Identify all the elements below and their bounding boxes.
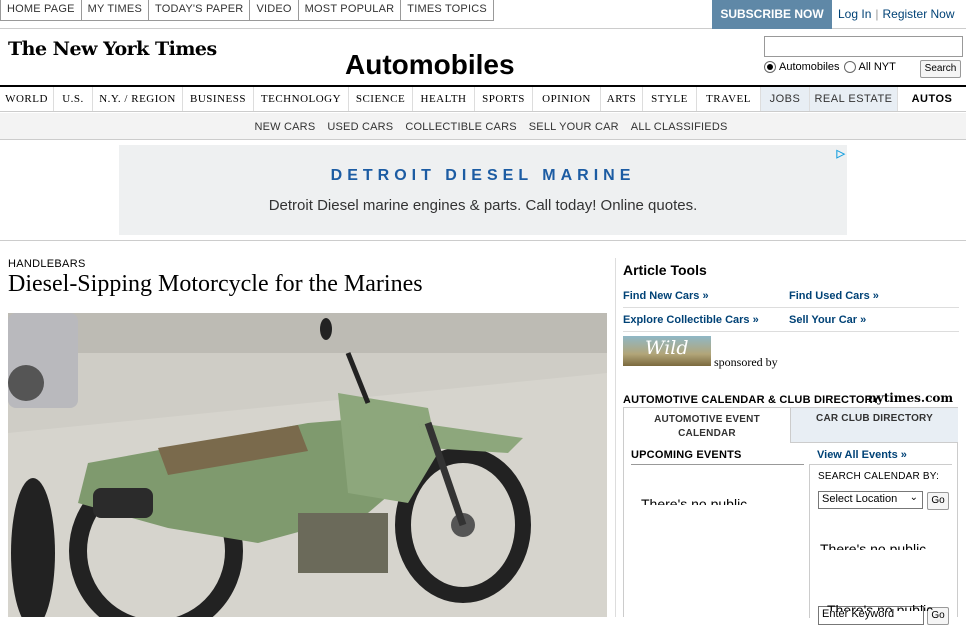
subnav-new-cars[interactable]: NEW CARS	[254, 113, 315, 139]
no-events-message: There's no public	[827, 602, 934, 611]
upcoming-events-heading: UPCOMING EVENTS	[631, 449, 742, 461]
radio-automobiles[interactable]	[764, 61, 776, 73]
view-all-events-link[interactable]: View All Events »	[817, 449, 907, 461]
top-bar: HOME PAGE MY TIMES TODAY'S PAPER VIDEO M…	[0, 0, 966, 29]
calendar-title: AUTOMOTIVE CALENDAR & CLUB DIRECTORY	[623, 394, 880, 406]
sell-your-car-link[interactable]: Sell Your Car »	[789, 314, 955, 326]
top-link-video[interactable]: VIDEO	[250, 0, 299, 20]
nav-real-estate[interactable]: REAL ESTATE	[810, 87, 898, 111]
log-in-link[interactable]: Log In	[838, 7, 871, 21]
page-title: Automobiles	[345, 49, 515, 80]
search-calendar-panel: SEARCH CALENDAR BY: Select Location ⌄ Go…	[809, 464, 952, 625]
login-links: Log In | Register Now	[838, 7, 955, 21]
nav-arts[interactable]: ARTS	[601, 87, 643, 111]
divider	[631, 464, 804, 465]
sub-nav: NEW CARS USED CARS COLLECTIBLE CARS SELL…	[0, 113, 966, 140]
column-divider	[615, 258, 616, 617]
article-tools-title: Article Tools	[623, 262, 707, 278]
article-tools-links: Find New Cars » Find Used Cars » Explore…	[623, 284, 959, 332]
sponsor-logo-text: Wild	[645, 337, 689, 359]
top-link-my-times[interactable]: MY TIMES	[82, 0, 149, 20]
nav-us[interactable]: U.S.	[54, 87, 93, 111]
tool-row: Find New Cars » Find Used Cars »	[623, 284, 959, 308]
go-button-location[interactable]: Go	[927, 492, 949, 510]
location-select-value: Select Location	[822, 493, 898, 505]
radio-all-nyt[interactable]	[843, 61, 856, 73]
sponsor-logo[interactable]: Wild	[623, 336, 711, 366]
search-calendar-label: SEARCH CALENDAR BY:	[818, 471, 940, 482]
no-events-message: There's no public	[820, 541, 927, 550]
sponsored-by-label: sponsored by	[714, 355, 778, 369]
nav-technology[interactable]: TECHNOLOGY	[254, 87, 349, 111]
top-link-times-topics[interactable]: TIMES TOPICS	[401, 0, 493, 20]
chevron-down-icon: ⌄	[909, 492, 918, 503]
subnav-sell-your-car[interactable]: SELL YOUR CAR	[529, 113, 619, 139]
top-links: HOME PAGE MY TIMES TODAY'S PAPER VIDEO M…	[0, 0, 494, 21]
motorcycle-image	[8, 313, 607, 617]
subnav-collectible-cars[interactable]: COLLECTIBLE CARS	[405, 113, 516, 139]
ad-banner[interactable]: DETROIT DIESEL MARINE Detroit Diesel mar…	[119, 145, 847, 235]
tab-club-directory[interactable]: CAR CLUB DIRECTORY	[790, 408, 958, 443]
nav-opinion[interactable]: OPINION	[533, 87, 601, 111]
subnav-all-classifieds[interactable]: ALL CLASSIFIEDS	[631, 113, 728, 139]
no-events-message: There's no public	[641, 496, 748, 505]
location-select[interactable]: Select Location ⌄	[818, 491, 923, 509]
article-photo	[8, 313, 607, 617]
divider	[0, 240, 966, 241]
register-link[interactable]: Register Now	[883, 7, 955, 21]
nav-jobs[interactable]: JOBS	[761, 87, 810, 111]
nav-business[interactable]: BUSINESS	[183, 87, 254, 111]
nav-style[interactable]: STYLE	[643, 87, 697, 111]
subnav-used-cars[interactable]: USED CARS	[327, 113, 393, 139]
nav-world[interactable]: WORLD	[0, 87, 54, 111]
find-new-cars-link[interactable]: Find New Cars »	[623, 290, 789, 302]
adchoices-icon[interactable]: ▷	[837, 147, 845, 160]
ad-title: DETROIT DIESEL MARINE	[330, 167, 636, 184]
radio-all-nyt-label: All NYT	[858, 61, 896, 73]
nav-ny-region[interactable]: N.Y. / REGION	[93, 87, 183, 111]
nytimes-brand: nytimes.com	[868, 391, 954, 405]
search-input[interactable]	[764, 36, 963, 57]
radio-automobiles-label: Automobiles	[779, 61, 840, 73]
search-scope: Automobiles All NYT	[764, 61, 896, 73]
calendar-box: AUTOMOTIVE EVENT CALENDAR CAR CLUB DIREC…	[623, 407, 958, 625]
nav-autos[interactable]: AUTOS	[898, 87, 966, 111]
top-link-todays-paper[interactable]: TODAY'S PAPER	[149, 0, 251, 20]
ad-text: Detroit Diesel marine engines & parts. C…	[268, 197, 698, 214]
top-link-most-popular[interactable]: MOST POPULAR	[299, 0, 402, 20]
nav-science[interactable]: SCIENCE	[349, 87, 413, 111]
explore-collectible-cars-link[interactable]: Explore Collectible Cars »	[623, 314, 789, 326]
find-used-cars-link[interactable]: Find Used Cars »	[789, 290, 955, 302]
nav-health[interactable]: HEALTH	[413, 87, 475, 111]
nyt-logo[interactable]: The New York Times	[8, 38, 217, 60]
main-nav: WORLD U.S. N.Y. / REGION BUSINESS TECHNO…	[0, 85, 966, 112]
nav-travel[interactable]: TRAVEL	[697, 87, 761, 111]
tool-row: Explore Collectible Cars » Sell Your Car…	[623, 308, 959, 332]
search-button[interactable]: Search	[920, 60, 961, 78]
subscribe-button[interactable]: SUBSCRIBE NOW	[712, 0, 832, 29]
nav-sports[interactable]: SPORTS	[475, 87, 533, 111]
article-headline: Diesel-Sipping Motorcycle for the Marine…	[8, 271, 423, 297]
article-kicker[interactable]: HANDLEBARS	[8, 258, 86, 270]
tab-event-calendar[interactable]: AUTOMOTIVE EVENT CALENDAR	[624, 408, 790, 443]
top-link-home[interactable]: HOME PAGE	[1, 0, 82, 20]
